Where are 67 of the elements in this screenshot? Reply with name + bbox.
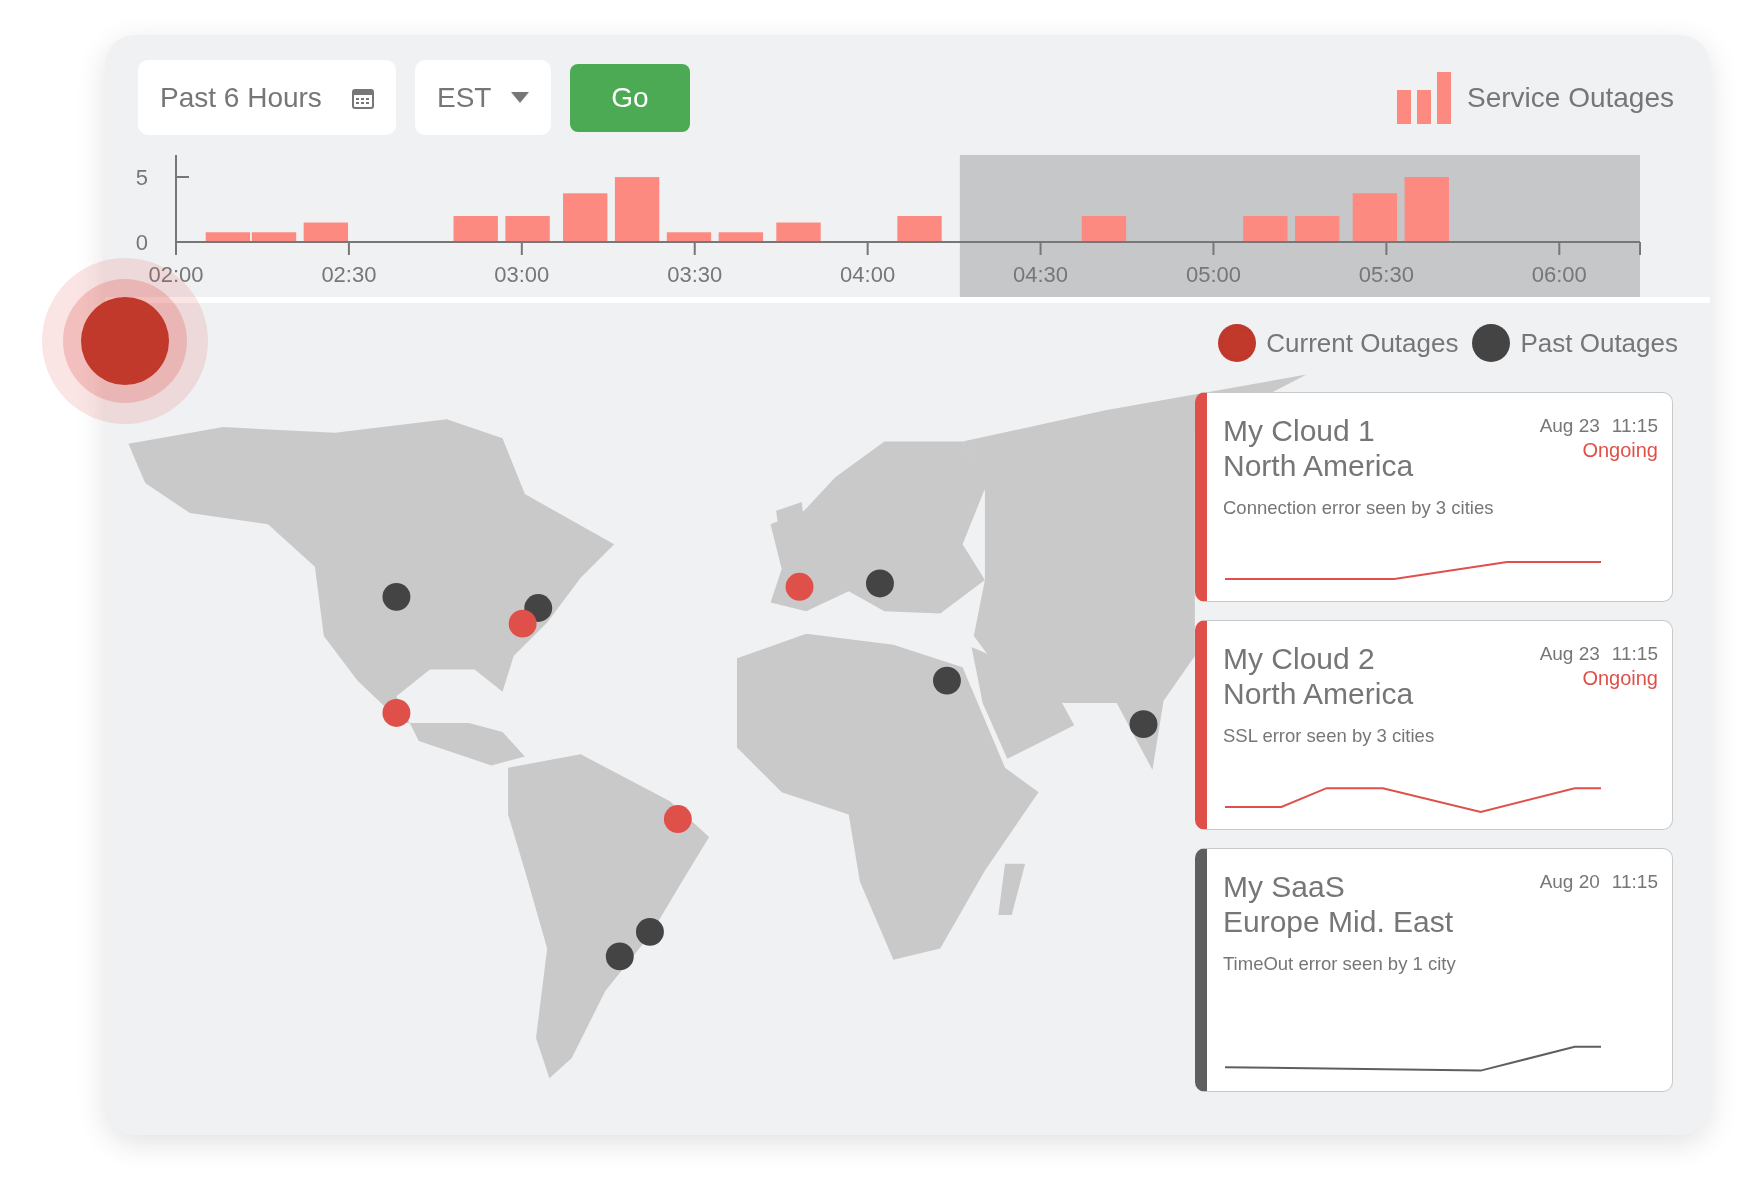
bar-chart-icon: [1397, 71, 1453, 124]
pulse-marker-icon: [42, 258, 208, 424]
region-name: Europe Mid. East: [1223, 904, 1454, 939]
x-axis-label: 02:00: [148, 262, 204, 287]
outage-date: Aug 20: [1539, 871, 1600, 893]
bar: [205, 232, 251, 242]
calendar-icon: [352, 86, 374, 109]
outage-time: 11:15: [1611, 871, 1658, 893]
bar: [614, 177, 660, 242]
timezone-value: EST: [437, 81, 492, 114]
bar: [897, 216, 942, 242]
x-axis-label: 02:30: [321, 262, 377, 287]
legend-label: Past Outages: [1520, 327, 1678, 359]
time-range-field[interactable]: Past 6 Hours: [138, 60, 396, 135]
y-axis-label: 0: [135, 230, 148, 255]
x-axis-label: 05:00: [1185, 262, 1241, 287]
bar: [1081, 216, 1127, 242]
bar: [718, 232, 764, 242]
bar: [776, 222, 821, 242]
bar: [303, 222, 349, 242]
outage-time: 11:15: [1611, 643, 1658, 665]
status-label: Ongoing: [1582, 667, 1658, 690]
map-pin[interactable]: [1129, 710, 1158, 739]
map-pin[interactable]: [933, 666, 961, 695]
outage-card[interactable]: My SaaS Europe Mid. East Aug 20 11:15 TimeOut error seen by 1 city: [1195, 848, 1673, 1092]
chart-legend-label: Service Outages: [1467, 81, 1674, 114]
bar: [666, 232, 712, 242]
x-axis-label: 06:00: [1531, 262, 1587, 287]
x-axis-label: 03:00: [494, 262, 550, 287]
bar: [505, 216, 550, 242]
island-shape: [998, 863, 1026, 916]
map-pin[interactable]: [508, 609, 537, 638]
bar: [453, 216, 498, 242]
bar: [563, 193, 608, 242]
outage-description: TimeOut error seen by 1 city: [1223, 953, 1457, 975]
outage-time: 11:15: [1611, 415, 1658, 437]
y-axis-label: 5: [135, 165, 148, 191]
x-axis-label: 03:30: [667, 262, 723, 287]
region-name: North America: [1223, 676, 1414, 711]
region-name: North America: [1223, 448, 1414, 483]
outage-card[interactable]: My Cloud 1 North America Aug 23 11:15 Ongoing Connection error seen by 3 cities: [1195, 392, 1673, 602]
x-axis-label: 04:30: [1013, 262, 1069, 287]
bar: [1295, 216, 1340, 242]
bar: [1404, 177, 1449, 242]
outage-description: SSL error seen by 3 cities: [1223, 725, 1436, 747]
status-label: Ongoing: [1582, 439, 1658, 462]
bar: [1243, 216, 1288, 242]
caret-icon: [511, 92, 529, 103]
outage-description: Connection error seen by 3 cities: [1223, 497, 1495, 519]
service-name: My Cloud 2: [1223, 641, 1376, 676]
time-range-value: Past 6 Hours: [160, 81, 322, 114]
bar: [251, 232, 297, 242]
map-pin[interactable]: [382, 582, 411, 611]
map-pin[interactable]: [866, 569, 894, 598]
service-name: My SaaS: [1223, 869, 1346, 904]
map-pin[interactable]: [635, 917, 664, 946]
outage-date: Aug 23: [1539, 415, 1600, 437]
timezone-dropdown[interactable]: EST: [415, 60, 551, 135]
x-axis-label: 05:30: [1358, 262, 1414, 287]
outage-card[interactable]: My Cloud 2 North America Aug 23 11:15 Ongoing SSL error seen by 3 cities: [1195, 620, 1673, 830]
bar: [1352, 193, 1398, 242]
x-axis-label: 04:00: [840, 262, 896, 287]
outage-date: Aug 23: [1539, 643, 1600, 665]
legend-label: Current Outages: [1266, 327, 1459, 359]
service-name: My Cloud 1: [1223, 413, 1376, 448]
go-button[interactable]: Go: [570, 63, 690, 132]
map-pin[interactable]: [605, 942, 634, 971]
